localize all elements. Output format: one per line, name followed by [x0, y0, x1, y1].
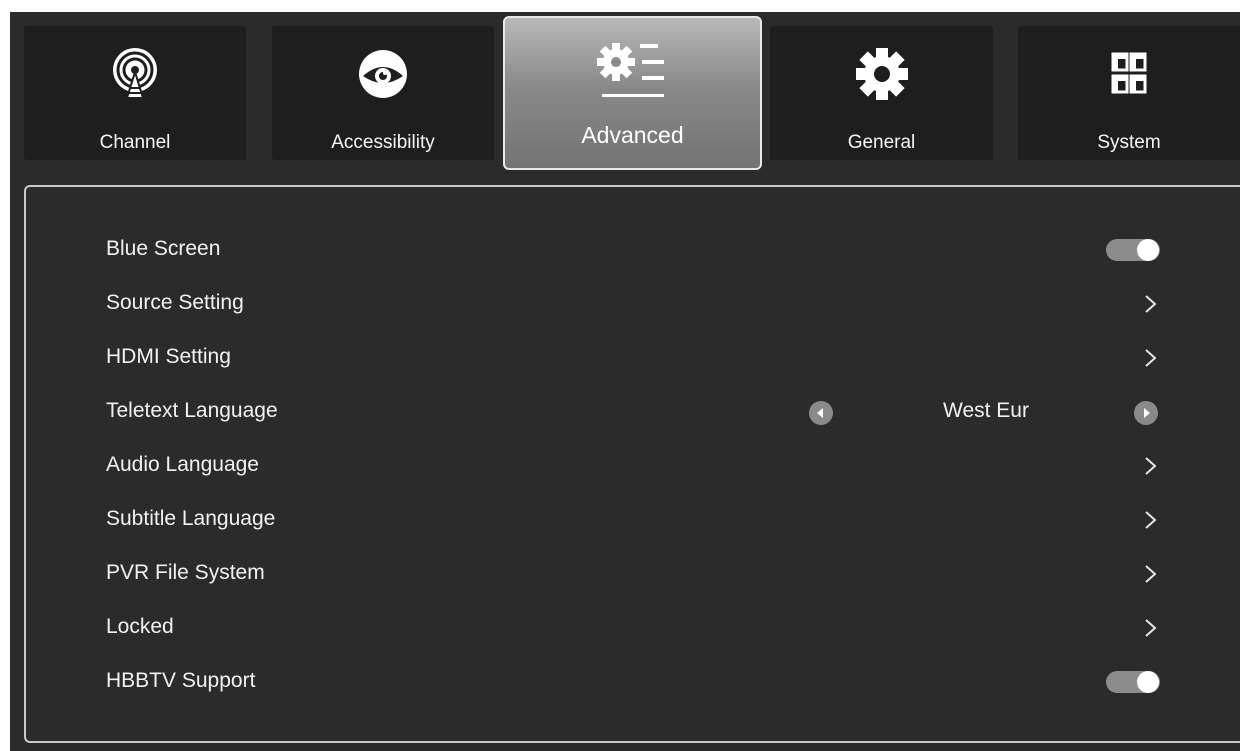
setting-row-pvr-file-system[interactable]: PVR File System — [26, 547, 1240, 601]
setting-row-locked[interactable]: Locked — [26, 601, 1240, 655]
chevron-right-icon — [1145, 349, 1157, 367]
setting-label: Source Setting — [106, 291, 244, 314]
chevron-right-icon — [1145, 295, 1157, 313]
tab-advanced[interactable]: Advanced — [503, 16, 762, 170]
toggle-knob — [1137, 239, 1159, 261]
setting-row-audio-language[interactable]: Audio Language — [26, 439, 1240, 493]
tab-channel[interactable]: Channel — [24, 26, 246, 160]
tab-general[interactable]: General — [770, 26, 993, 160]
tab-advanced-label: Advanced — [581, 122, 684, 148]
blue-screen-toggle[interactable] — [1106, 239, 1160, 261]
arrow-right-icon[interactable] — [1133, 400, 1159, 426]
hbbtv-support-toggle[interactable] — [1106, 671, 1160, 693]
tab-channel-label: Channel — [99, 132, 171, 153]
chevron-right-icon — [1145, 565, 1157, 583]
setting-row-hdmi-setting[interactable]: HDMI Setting — [26, 331, 1240, 385]
setting-label: PVR File System — [106, 561, 265, 584]
advanced-settings-icon — [596, 43, 664, 97]
setting-row-teletext-language[interactable]: Teletext Language West Eur — [26, 385, 1240, 439]
toggle-knob — [1137, 671, 1159, 693]
teletext-language-value: West Eur — [943, 399, 1029, 422]
setting-label: Subtitle Language — [106, 507, 276, 530]
setting-row-blue-screen[interactable]: Blue Screen — [26, 223, 1240, 277]
tab-system-label: System — [1097, 132, 1161, 153]
setting-label: HDMI Setting — [106, 345, 231, 368]
grid-windows-icon — [1111, 52, 1147, 94]
setting-label: Teletext Language — [106, 399, 278, 422]
gear-icon — [855, 48, 908, 100]
settings-panel: Blue Screen Source Setting HDMI Setting … — [24, 185, 1240, 743]
antenna-icon — [113, 48, 157, 99]
chevron-right-icon — [1145, 511, 1157, 529]
setting-row-hbbtv-support[interactable]: HBBTV Support — [26, 655, 1240, 709]
tv-settings-screen: Channel Accessibility Advanced General S… — [10, 12, 1240, 751]
setting-label: HBBTV Support — [106, 669, 256, 692]
tab-accessibility[interactable]: Accessibility — [272, 26, 494, 160]
tab-accessibility-label: Accessibility — [331, 132, 435, 153]
setting-label: Locked — [106, 615, 174, 638]
chevron-right-icon — [1145, 457, 1157, 475]
tab-general-label: General — [847, 132, 916, 153]
setting-label: Blue Screen — [106, 237, 221, 260]
setting-label: Audio Language — [106, 453, 259, 476]
chevron-right-icon — [1145, 619, 1157, 637]
tab-system[interactable]: System — [1018, 26, 1240, 160]
setting-row-subtitle-language[interactable]: Subtitle Language — [26, 493, 1240, 547]
eye-icon — [359, 50, 407, 98]
arrow-left-icon[interactable] — [808, 400, 834, 426]
setting-row-source-setting[interactable]: Source Setting — [26, 277, 1240, 331]
